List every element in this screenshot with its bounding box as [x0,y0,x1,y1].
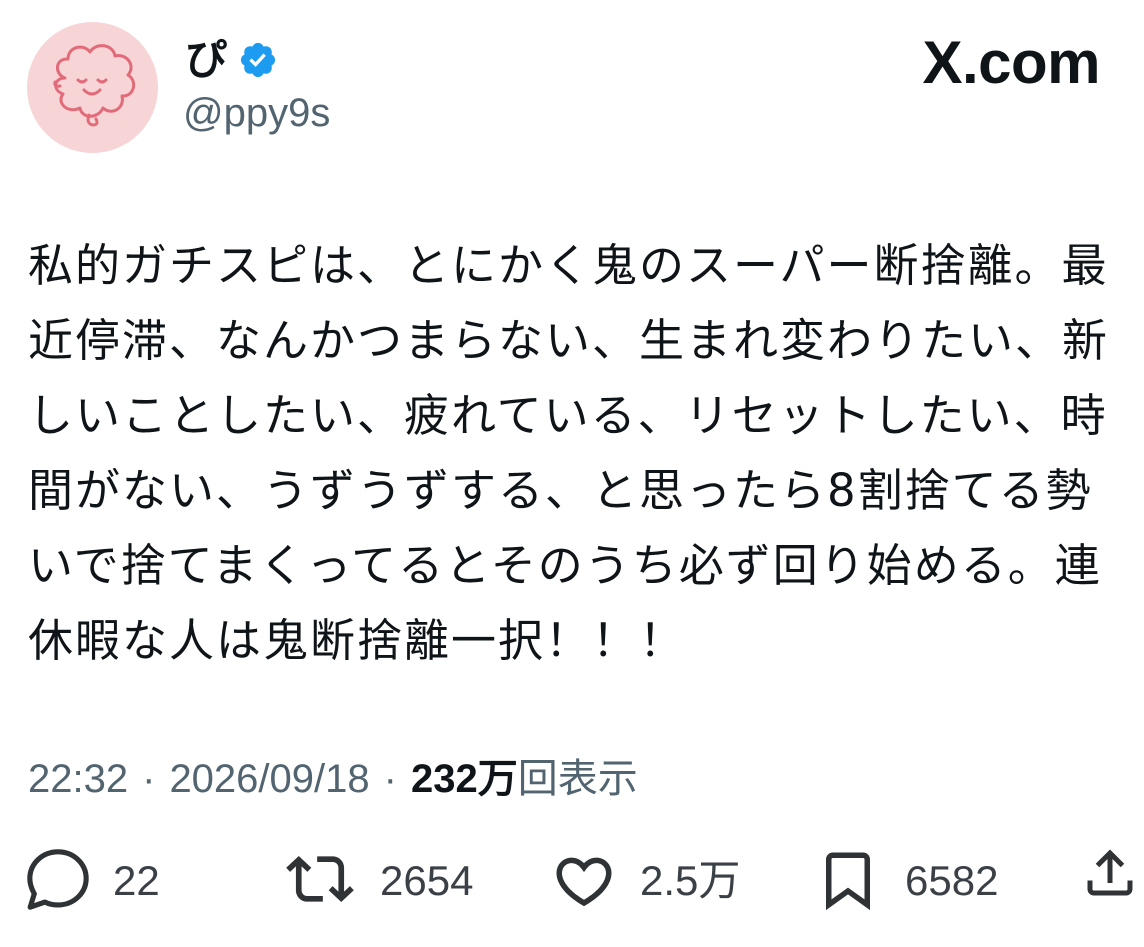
reply-icon [27,849,89,910]
retweet-count: 2654 [380,857,474,904]
retweet-icon [286,855,354,903]
tweet-meta: 22:32 · 2026/09/18 · 232万回表示 [28,753,638,805]
heart-icon [556,857,612,907]
reply-count: 22 [113,857,160,904]
meta-separator: · [142,757,156,801]
cloud-face-avatar-icon [53,44,136,127]
x-com-logo: X.com [922,29,1100,96]
tweet-date: 2026/09/18 [169,757,370,801]
tweet-text-line: しいことしたい、疲れている、リセットしたい、時 [28,389,1108,442]
verified-badge-icon [240,42,276,78]
bookmark-icon [826,852,870,911]
share-button[interactable] [1080,843,1140,909]
share-icon [1087,849,1133,896]
author-name-row: ぴ [185,36,278,84]
author-display-name[interactable]: ぴ [185,36,227,84]
like-count: 2.5万 [640,857,741,904]
views-link[interactable]: 232万回表示 [411,757,638,801]
tweet-text-line: 休暇な人は鬼断捨離一択！！！ [28,614,687,667]
tweet-text-line: 私的ガチスピは、とにかく鬼のスーパー断捨離。最 [28,239,1109,292]
tweet-text: 私的ガチスピは、とにかく鬼のスーパー断捨離。最 近停滞、なんかつまらない、生まれ… [28,228,1128,678]
views-label: 回表示 [517,757,638,801]
tweet-time: 22:32 [28,757,129,801]
author-handle[interactable]: @ppy9s [183,90,330,136]
tweet-text-line: いで捨てまくってるとそのうち必ず回り始める。連 [28,539,1102,592]
meta-separator: · [383,757,397,801]
tweet-text-line: 近停滞、なんかつまらない、生まれ変わりたい、新 [28,314,1110,367]
author-avatar[interactable] [27,22,158,153]
tweet-text-line: 間がない、うずうずする、と思ったら8割捨てる勢 [28,464,1093,517]
views-count: 232万 [410,757,518,801]
bookmark-count: 6582 [905,857,999,904]
timestamp-link[interactable]: 22:32 · 2026/09/18 [28,757,370,801]
